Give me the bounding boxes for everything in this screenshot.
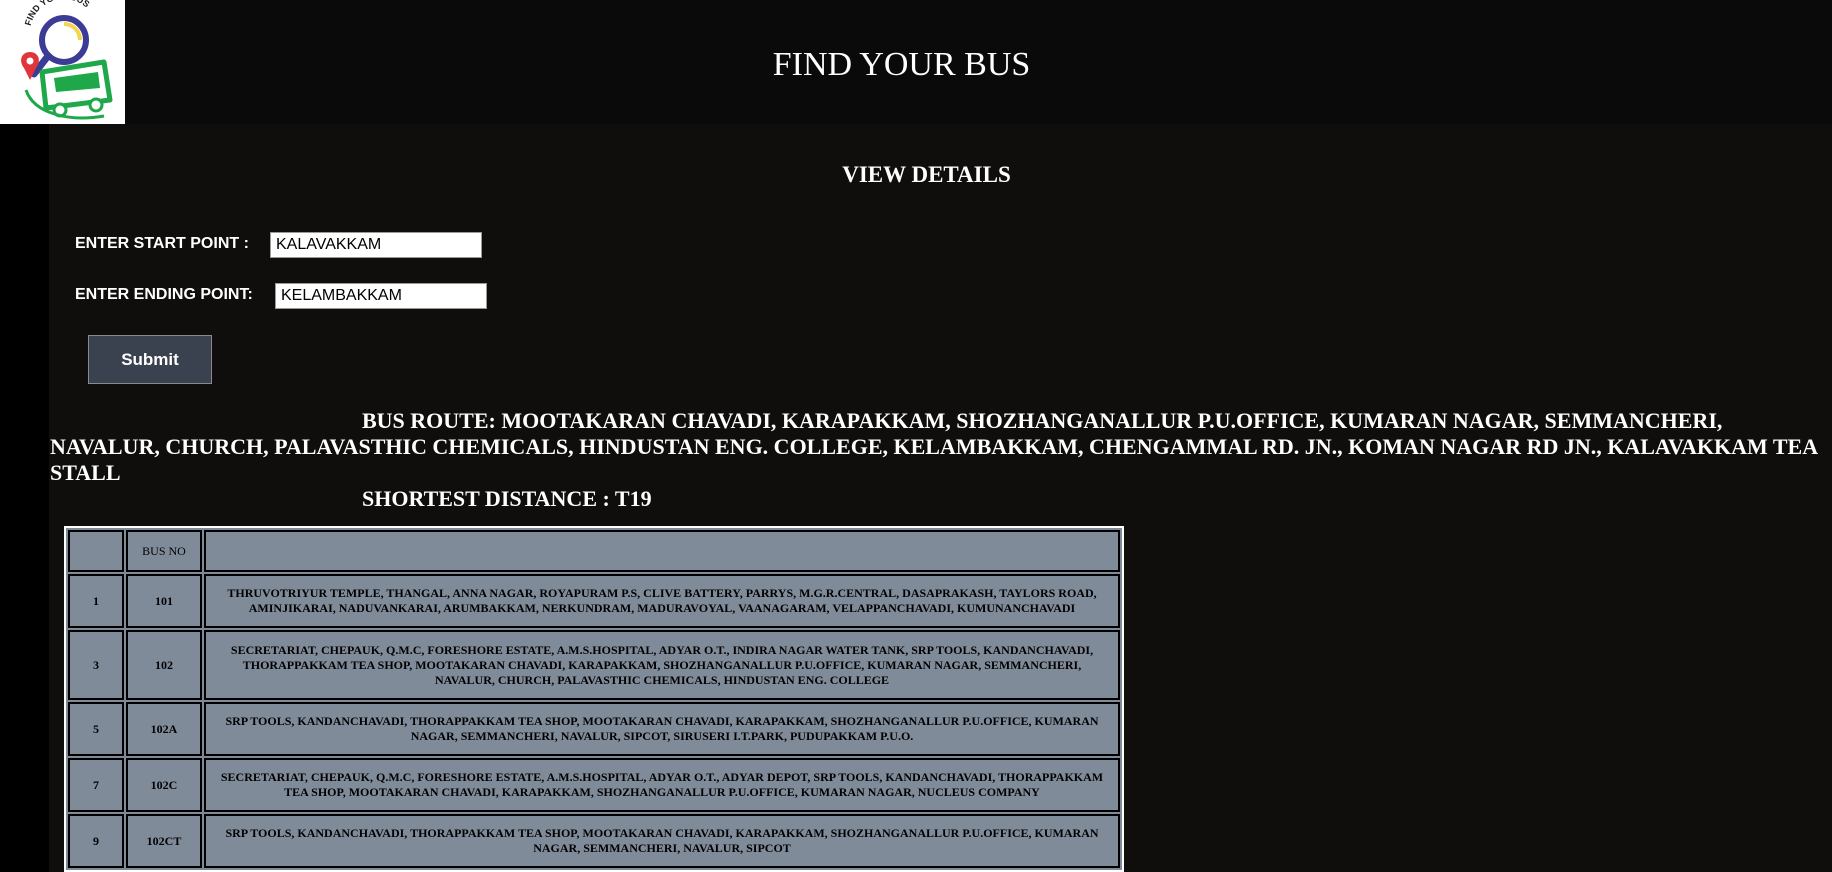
table-row: 7 102C SECRETARIAT, CHEPAUK, Q.M.C, FORE… bbox=[68, 758, 1120, 812]
serial-cell: 1 bbox=[68, 574, 124, 628]
site-title: FIND YOUR BUS bbox=[772, 46, 1031, 83]
bus-no-cell: 102A bbox=[126, 702, 202, 756]
bus-no-cell: 102CT bbox=[126, 814, 202, 868]
header-bus-no-cell: BUS NO bbox=[126, 530, 202, 572]
left-sidebar-strip bbox=[0, 124, 49, 872]
table-header-row: BUS NO bbox=[68, 530, 1120, 572]
serial-cell: 5 bbox=[68, 702, 124, 756]
header-stops-cell bbox=[204, 530, 1120, 572]
stops-cell: SRP TOOLS, KANDANCHAVADI, THORAPPAKKAM T… bbox=[204, 702, 1120, 756]
start-point-input[interactable] bbox=[270, 232, 482, 258]
stops-cell: SECRETARIAT, CHEPAUK, Q.M.C, FORESHORE E… bbox=[204, 758, 1120, 812]
table-row: 9 102CT SRP TOOLS, KANDANCHAVADI, THORAP… bbox=[68, 814, 1120, 868]
table-row: 5 102A SRP TOOLS, KANDANCHAVADI, THORAPP… bbox=[68, 702, 1120, 756]
header-bar: FIND YOUR BUS FIND YOUR BUS bbox=[0, 0, 1832, 124]
stops-cell: SECRETARIAT, CHEPAUK, Q.M.C, FORESHORE E… bbox=[204, 630, 1120, 700]
stops-cell: THRUVOTRIYUR TEMPLE, THANGAL, ANNA NAGAR… bbox=[204, 574, 1120, 628]
header-serial-cell bbox=[68, 530, 124, 572]
bus-no-cell: 102 bbox=[126, 630, 202, 700]
table-row: 3 102 SECRETARIAT, CHEPAUK, Q.M.C, FORES… bbox=[68, 630, 1120, 700]
start-point-label: ENTER START POINT : bbox=[75, 235, 249, 252]
bus-route-text: BUS ROUTE: MOOTAKARAN CHAVADI, KARAPAKKA… bbox=[50, 408, 1817, 485]
view-details-heading: VIEW DETAILS bbox=[842, 162, 1011, 187]
shortest-distance-text: SHORTEST DISTANCE : T19 bbox=[362, 486, 652, 511]
bus-table: BUS NO 1 101 THRUVOTRIYUR TEMPLE, THANGA… bbox=[64, 526, 1124, 872]
submit-button[interactable]: Submit bbox=[88, 335, 212, 384]
serial-cell: 7 bbox=[68, 758, 124, 812]
bus-no-cell: 102C bbox=[126, 758, 202, 812]
table-row: 1 101 THRUVOTRIYUR TEMPLE, THANGAL, ANNA… bbox=[68, 574, 1120, 628]
stops-cell: SRP TOOLS, KANDANCHAVADI, THORAPPAKKAM T… bbox=[204, 814, 1120, 868]
serial-cell: 3 bbox=[68, 630, 124, 700]
bus-no-cell: 101 bbox=[126, 574, 202, 628]
end-point-input[interactable] bbox=[275, 283, 487, 309]
serial-cell: 9 bbox=[68, 814, 124, 868]
end-point-label: ENTER ENDING POINT: bbox=[75, 286, 253, 303]
